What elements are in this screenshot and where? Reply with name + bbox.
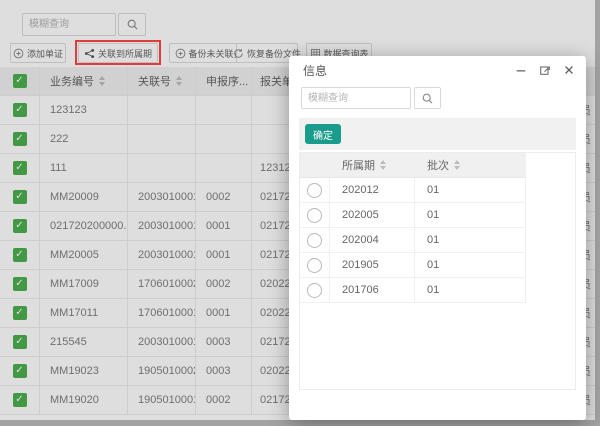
period-table: 所属期批次20201201202005012020040120190501201… bbox=[299, 152, 576, 390]
dialog-header: 信息 bbox=[289, 56, 586, 84]
cell-batch: 01 bbox=[415, 178, 525, 202]
cell-radio bbox=[300, 278, 330, 302]
cell-radio bbox=[300, 228, 330, 252]
close-icon[interactable] bbox=[562, 63, 576, 77]
dialog-table-row[interactable]: 20200501 bbox=[300, 203, 526, 228]
radio-button[interactable] bbox=[307, 233, 322, 248]
header-cell: 批次 bbox=[415, 153, 525, 177]
cell-period: 202004 bbox=[330, 228, 415, 252]
dialog-search-input[interactable] bbox=[301, 87, 411, 109]
dialog-table-row[interactable]: 20190501 bbox=[300, 253, 526, 278]
cell-batch: 01 bbox=[415, 253, 525, 277]
sort-icon[interactable] bbox=[380, 160, 386, 170]
cell-period: 201706 bbox=[330, 278, 415, 302]
cell-period: 202005 bbox=[330, 203, 415, 227]
cell-period: 202012 bbox=[330, 178, 415, 202]
dialog-table-row[interactable]: 20200401 bbox=[300, 228, 526, 253]
screenshot-stage: 添加单证关联到所属期备份未关联业务恢复备份文件数据查询表 ✓业务编号关联号申报序… bbox=[0, 0, 600, 426]
header-cell-radio bbox=[300, 153, 330, 177]
window-controls bbox=[514, 63, 576, 77]
maximize-icon[interactable] bbox=[538, 63, 552, 77]
search-icon bbox=[421, 92, 434, 105]
dialog-table-row[interactable]: 20170601 bbox=[300, 278, 526, 303]
info-dialog: 信息 确定 所属期 批次 bbox=[289, 56, 586, 420]
radio-button[interactable] bbox=[307, 283, 322, 298]
header-label: 批次 bbox=[427, 157, 449, 173]
header-label: 所属期 bbox=[342, 157, 375, 173]
dialog-search-bar bbox=[301, 87, 441, 109]
cell-batch: 01 bbox=[415, 203, 525, 227]
confirm-button[interactable]: 确定 bbox=[305, 124, 341, 144]
cell-radio bbox=[300, 178, 330, 202]
sort-icon[interactable] bbox=[454, 160, 460, 170]
radio-button[interactable] bbox=[307, 208, 322, 223]
dialog-search-button[interactable] bbox=[414, 87, 441, 109]
cell-radio bbox=[300, 203, 330, 227]
dialog-table-header-row: 所属期 批次 bbox=[300, 153, 526, 178]
cell-batch: 01 bbox=[415, 278, 525, 302]
minimize-icon[interactable] bbox=[514, 63, 528, 77]
dialog-title: 信息 bbox=[303, 62, 514, 79]
cell-batch: 01 bbox=[415, 228, 525, 252]
header-cell: 所属期 bbox=[330, 153, 415, 177]
radio-button[interactable] bbox=[307, 258, 322, 273]
cell-period: 201905 bbox=[330, 253, 415, 277]
dialog-action-panel: 确定 bbox=[299, 118, 576, 150]
cell-radio bbox=[300, 253, 330, 277]
radio-button[interactable] bbox=[307, 183, 322, 198]
dialog-table-row[interactable]: 20201201 bbox=[300, 178, 526, 203]
